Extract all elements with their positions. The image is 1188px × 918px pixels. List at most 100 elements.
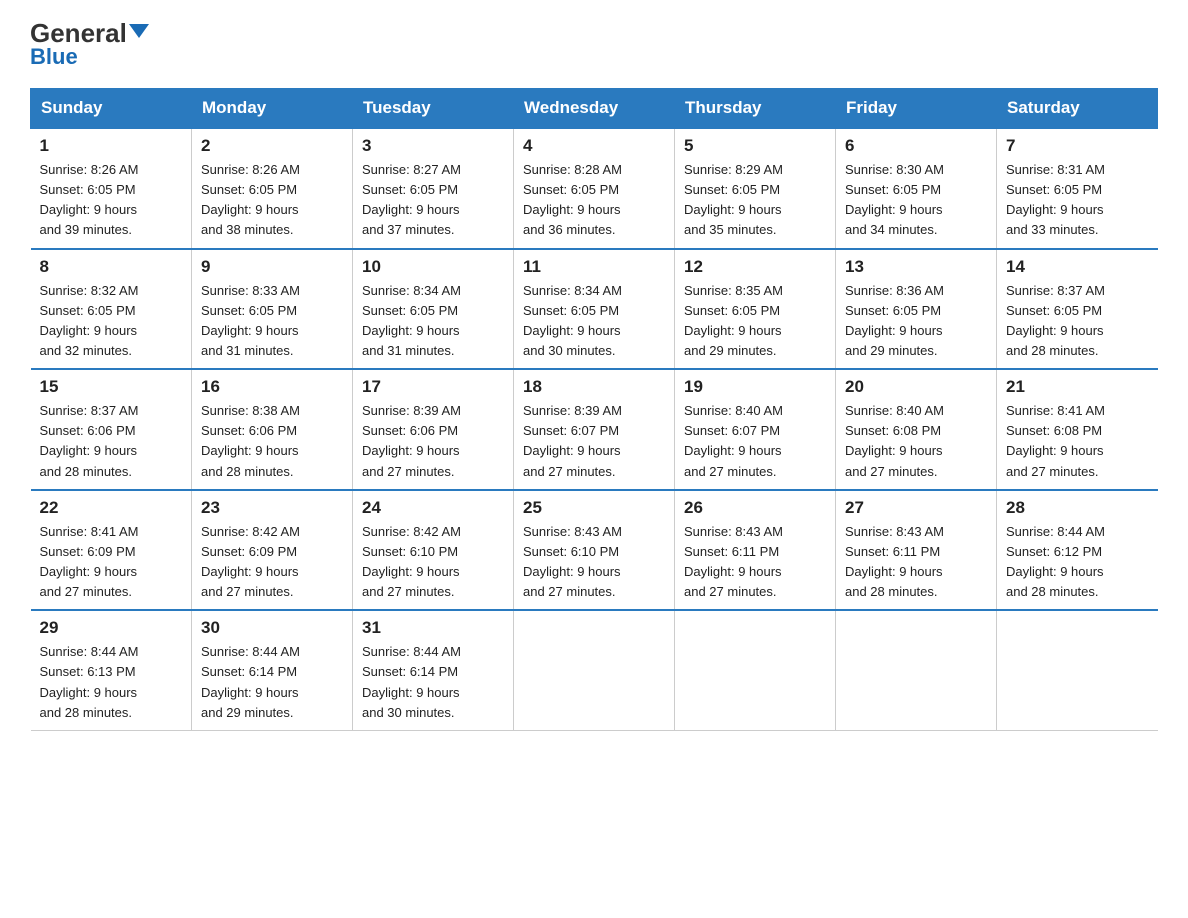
- day-info: Sunrise: 8:34 AMSunset: 6:05 PMDaylight:…: [362, 281, 504, 362]
- day-info: Sunrise: 8:32 AMSunset: 6:05 PMDaylight:…: [40, 281, 183, 362]
- day-cell: 15Sunrise: 8:37 AMSunset: 6:06 PMDayligh…: [31, 369, 192, 490]
- day-cell: 30Sunrise: 8:44 AMSunset: 6:14 PMDayligh…: [192, 610, 353, 730]
- day-cell: 11 Sunrise: 8:34 AMSunset: 6:05 PMDayligh…: [514, 249, 675, 370]
- week-row-3: 15Sunrise: 8:37 AMSunset: 6:06 PMDayligh…: [31, 369, 1158, 490]
- day-info: Sunrise: 8:30 AMSunset: 6:05 PMDaylight:…: [845, 160, 987, 241]
- day-number: 9: [201, 257, 343, 277]
- day-info: Sunrise: 8:42 AMSunset: 6:10 PMDaylight:…: [362, 522, 504, 603]
- day-cell: 22 Sunrise: 8:41 AMSunset: 6:09 PMDayligh…: [31, 490, 192, 611]
- day-number: 14: [1006, 257, 1149, 277]
- day-number: 18: [523, 377, 665, 397]
- day-cell: 5 Sunrise: 8:29 AMSunset: 6:05 PMDaylight…: [675, 128, 836, 249]
- logo-general: General: [30, 20, 127, 46]
- day-cell: 14Sunrise: 8:37 AMSunset: 6:05 PMDayligh…: [997, 249, 1158, 370]
- calendar-header: SundayMondayTuesdayWednesdayThursdayFrid…: [31, 89, 1158, 129]
- day-cell: [997, 610, 1158, 730]
- day-info: Sunrise: 8:35 AMSunset: 6:05 PMDaylight:…: [684, 281, 826, 362]
- day-info: Sunrise: 8:44 AMSunset: 6:12 PMDaylight:…: [1006, 522, 1149, 603]
- header-row: SundayMondayTuesdayWednesdayThursdayFrid…: [31, 89, 1158, 129]
- day-info: Sunrise: 8:34 AMSunset: 6:05 PMDaylight:…: [523, 281, 665, 362]
- day-number: 7: [1006, 136, 1149, 156]
- day-number: 30: [201, 618, 343, 638]
- day-number: 20: [845, 377, 987, 397]
- day-number: 10: [362, 257, 504, 277]
- day-number: 27: [845, 498, 987, 518]
- day-number: 31: [362, 618, 504, 638]
- day-cell: 27 Sunrise: 8:43 AMSunset: 6:11 PMDayligh…: [836, 490, 997, 611]
- header-day-friday: Friday: [836, 89, 997, 129]
- day-info: Sunrise: 8:26 AMSunset: 6:05 PMDaylight:…: [40, 160, 183, 241]
- week-row-2: 8 Sunrise: 8:32 AMSunset: 6:05 PMDaylight…: [31, 249, 1158, 370]
- day-cell: 26Sunrise: 8:43 AMSunset: 6:11 PMDayligh…: [675, 490, 836, 611]
- day-info: Sunrise: 8:43 AMSunset: 6:10 PMDaylight:…: [523, 522, 665, 603]
- day-info: Sunrise: 8:44 AMSunset: 6:14 PMDaylight:…: [362, 642, 504, 723]
- day-info: Sunrise: 8:41 AMSunset: 6:08 PMDaylight:…: [1006, 401, 1149, 482]
- day-number: 11: [523, 257, 665, 277]
- day-number: 1: [40, 136, 183, 156]
- day-cell: 8 Sunrise: 8:32 AMSunset: 6:05 PMDaylight…: [31, 249, 192, 370]
- calendar-body: 1 Sunrise: 8:26 AMSunset: 6:05 PMDaylight…: [31, 128, 1158, 730]
- day-number: 13: [845, 257, 987, 277]
- day-cell: 24 Sunrise: 8:42 AMSunset: 6:10 PMDayligh…: [353, 490, 514, 611]
- week-row-4: 22 Sunrise: 8:41 AMSunset: 6:09 PMDayligh…: [31, 490, 1158, 611]
- logo-triangle-icon: [129, 24, 149, 38]
- day-cell: 2Sunrise: 8:26 AMSunset: 6:05 PMDaylight…: [192, 128, 353, 249]
- day-info: Sunrise: 8:39 AMSunset: 6:07 PMDaylight:…: [523, 401, 665, 482]
- day-cell: 1 Sunrise: 8:26 AMSunset: 6:05 PMDaylight…: [31, 128, 192, 249]
- day-info: Sunrise: 8:39 AMSunset: 6:06 PMDaylight:…: [362, 401, 504, 482]
- day-info: Sunrise: 8:33 AMSunset: 6:05 PMDaylight:…: [201, 281, 343, 362]
- day-cell: 21 Sunrise: 8:41 AMSunset: 6:08 PMDayligh…: [997, 369, 1158, 490]
- day-cell: 6 Sunrise: 8:30 AMSunset: 6:05 PMDaylight…: [836, 128, 997, 249]
- day-info: Sunrise: 8:40 AMSunset: 6:07 PMDaylight:…: [684, 401, 826, 482]
- day-number: 29: [40, 618, 183, 638]
- day-info: Sunrise: 8:41 AMSunset: 6:09 PMDaylight:…: [40, 522, 183, 603]
- day-number: 23: [201, 498, 343, 518]
- day-cell: 9 Sunrise: 8:33 AMSunset: 6:05 PMDaylight…: [192, 249, 353, 370]
- day-info: Sunrise: 8:28 AMSunset: 6:05 PMDaylight:…: [523, 160, 665, 241]
- day-info: Sunrise: 8:29 AMSunset: 6:05 PMDaylight:…: [684, 160, 826, 241]
- week-row-1: 1 Sunrise: 8:26 AMSunset: 6:05 PMDaylight…: [31, 128, 1158, 249]
- day-number: 6: [845, 136, 987, 156]
- day-cell: 4 Sunrise: 8:28 AMSunset: 6:05 PMDaylight…: [514, 128, 675, 249]
- day-number: 21: [1006, 377, 1149, 397]
- day-info: Sunrise: 8:43 AMSunset: 6:11 PMDaylight:…: [845, 522, 987, 603]
- week-row-5: 29Sunrise: 8:44 AMSunset: 6:13 PMDayligh…: [31, 610, 1158, 730]
- day-number: 25: [523, 498, 665, 518]
- day-info: Sunrise: 8:31 AMSunset: 6:05 PMDaylight:…: [1006, 160, 1149, 241]
- day-cell: 7 Sunrise: 8:31 AMSunset: 6:05 PMDaylight…: [997, 128, 1158, 249]
- day-cell: [675, 610, 836, 730]
- day-number: 8: [40, 257, 183, 277]
- logo-blue: Blue: [30, 44, 78, 70]
- day-cell: 19Sunrise: 8:40 AMSunset: 6:07 PMDayligh…: [675, 369, 836, 490]
- day-cell: 23 Sunrise: 8:42 AMSunset: 6:09 PMDayligh…: [192, 490, 353, 611]
- day-cell: 29Sunrise: 8:44 AMSunset: 6:13 PMDayligh…: [31, 610, 192, 730]
- day-number: 3: [362, 136, 504, 156]
- day-number: 16: [201, 377, 343, 397]
- day-cell: [836, 610, 997, 730]
- day-cell: 3 Sunrise: 8:27 AMSunset: 6:05 PMDaylight…: [353, 128, 514, 249]
- day-cell: 12 Sunrise: 8:35 AMSunset: 6:05 PMDayligh…: [675, 249, 836, 370]
- day-number: 4: [523, 136, 665, 156]
- day-info: Sunrise: 8:26 AMSunset: 6:05 PMDaylight:…: [201, 160, 343, 241]
- day-number: 24: [362, 498, 504, 518]
- header-day-thursday: Thursday: [675, 89, 836, 129]
- day-info: Sunrise: 8:27 AMSunset: 6:05 PMDaylight:…: [362, 160, 504, 241]
- day-number: 17: [362, 377, 504, 397]
- day-cell: [514, 610, 675, 730]
- day-info: Sunrise: 8:42 AMSunset: 6:09 PMDaylight:…: [201, 522, 343, 603]
- day-cell: 20 Sunrise: 8:40 AMSunset: 6:08 PMDayligh…: [836, 369, 997, 490]
- day-number: 22: [40, 498, 183, 518]
- day-info: Sunrise: 8:40 AMSunset: 6:08 PMDaylight:…: [845, 401, 987, 482]
- day-number: 28: [1006, 498, 1149, 518]
- day-number: 12: [684, 257, 826, 277]
- day-number: 5: [684, 136, 826, 156]
- day-cell: 28 Sunrise: 8:44 AMSunset: 6:12 PMDayligh…: [997, 490, 1158, 611]
- logo: General Blue: [30, 20, 149, 70]
- day-cell: 16Sunrise: 8:38 AMSunset: 6:06 PMDayligh…: [192, 369, 353, 490]
- header-day-monday: Monday: [192, 89, 353, 129]
- day-cell: 25 Sunrise: 8:43 AMSunset: 6:10 PMDayligh…: [514, 490, 675, 611]
- day-cell: 18 Sunrise: 8:39 AMSunset: 6:07 PMDayligh…: [514, 369, 675, 490]
- day-cell: 10 Sunrise: 8:34 AMSunset: 6:05 PMDayligh…: [353, 249, 514, 370]
- day-info: Sunrise: 8:43 AMSunset: 6:11 PMDaylight:…: [684, 522, 826, 603]
- header-day-wednesday: Wednesday: [514, 89, 675, 129]
